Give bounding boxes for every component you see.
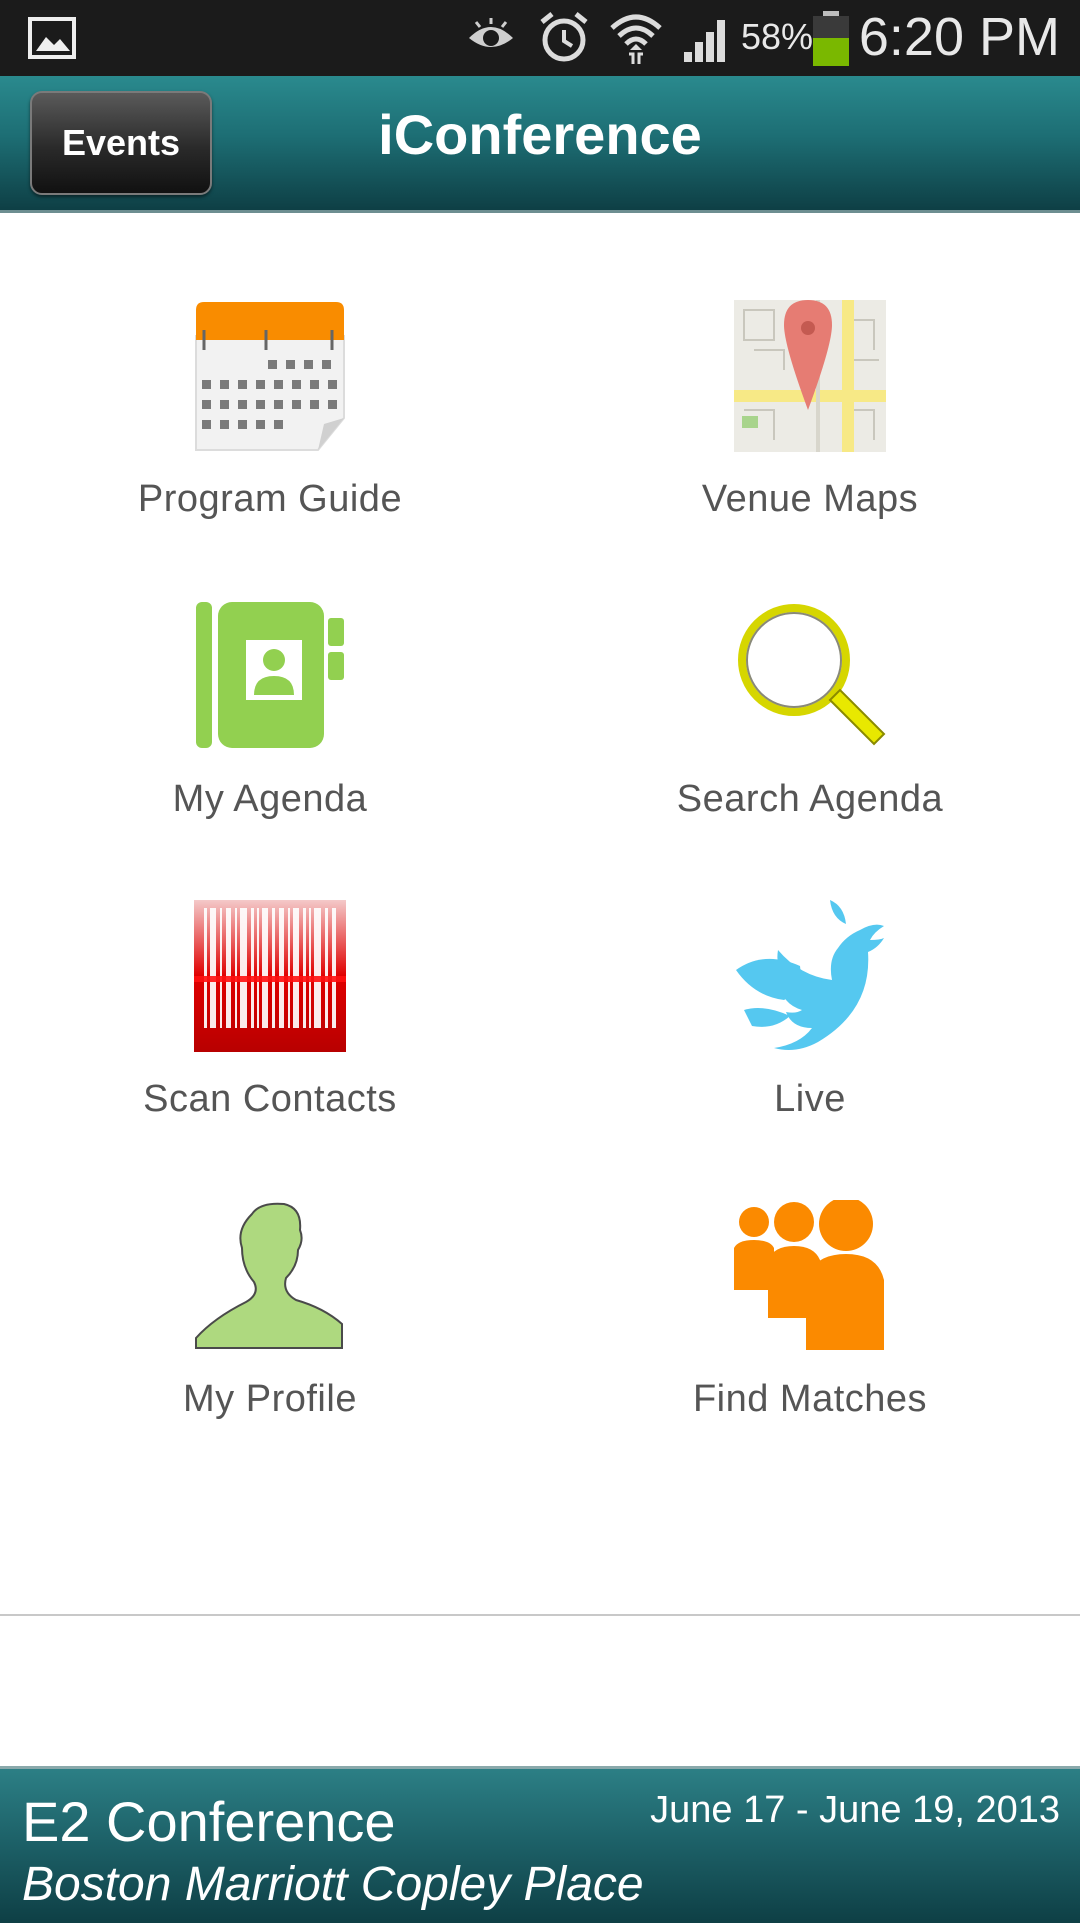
magnifier-icon xyxy=(738,604,886,746)
status-bar: 58% 6:20 PM xyxy=(0,0,1080,76)
menu-item-label: Live xyxy=(774,1078,846,1120)
conference-dates: June 17 - June 19, 2013 xyxy=(650,1789,1060,1831)
clock: 6:20 PM xyxy=(858,7,1060,67)
map-icon xyxy=(734,300,886,452)
menu-item-find-matches[interactable]: Find Matches xyxy=(590,1200,1030,1460)
menu-item-my-profile[interactable]: My Profile xyxy=(50,1200,490,1460)
gallery-icon xyxy=(28,17,76,59)
menu-item-label: Scan Contacts xyxy=(143,1078,397,1120)
menu-item-label: Venue Maps xyxy=(701,478,919,520)
conference-venue: Boston Marriott Copley Place xyxy=(22,1858,644,1911)
menu-item-search-agenda[interactable]: Search Agenda xyxy=(590,600,1030,860)
menu-item-my-agenda[interactable]: My Agenda xyxy=(50,600,490,860)
group-icon xyxy=(734,1200,884,1350)
menu-item-live[interactable]: Live xyxy=(590,900,1030,1160)
barcode-icon xyxy=(194,900,346,1052)
twitter-bird-icon xyxy=(736,900,884,1050)
page-title: iConference xyxy=(0,102,1080,167)
battery-percent: 58% xyxy=(741,16,814,57)
conference-name: E2 Conference xyxy=(22,1790,396,1853)
menu-item-program-guide[interactable]: Program Guide xyxy=(50,300,490,560)
conference-footer: E2 Conference June 17 - June 19, 2013 Bo… xyxy=(0,1766,1080,1923)
address-book-icon xyxy=(196,602,344,748)
menu-item-label: My Profile xyxy=(183,1378,357,1420)
alarm-icon xyxy=(540,12,588,62)
menu-item-label: My Agenda xyxy=(172,778,368,820)
calendar-icon xyxy=(195,302,345,451)
eye-icon xyxy=(469,18,513,47)
page-title-text: iConference xyxy=(378,103,702,166)
menu-item-label: Find Matches xyxy=(692,1378,928,1420)
menu-item-label: Search Agenda xyxy=(676,778,944,820)
menu-item-label: Program Guide xyxy=(137,478,403,520)
battery-icon xyxy=(813,11,849,66)
menu-item-scan-contacts[interactable]: Scan Contacts xyxy=(50,900,490,1160)
divider xyxy=(0,1614,1080,1616)
signal-icon xyxy=(684,20,725,62)
wifi-icon xyxy=(610,14,662,64)
app-header: Events iConference xyxy=(0,76,1080,213)
menu-item-venue-maps[interactable]: Venue Maps xyxy=(590,300,1030,560)
person-icon xyxy=(195,1202,343,1349)
